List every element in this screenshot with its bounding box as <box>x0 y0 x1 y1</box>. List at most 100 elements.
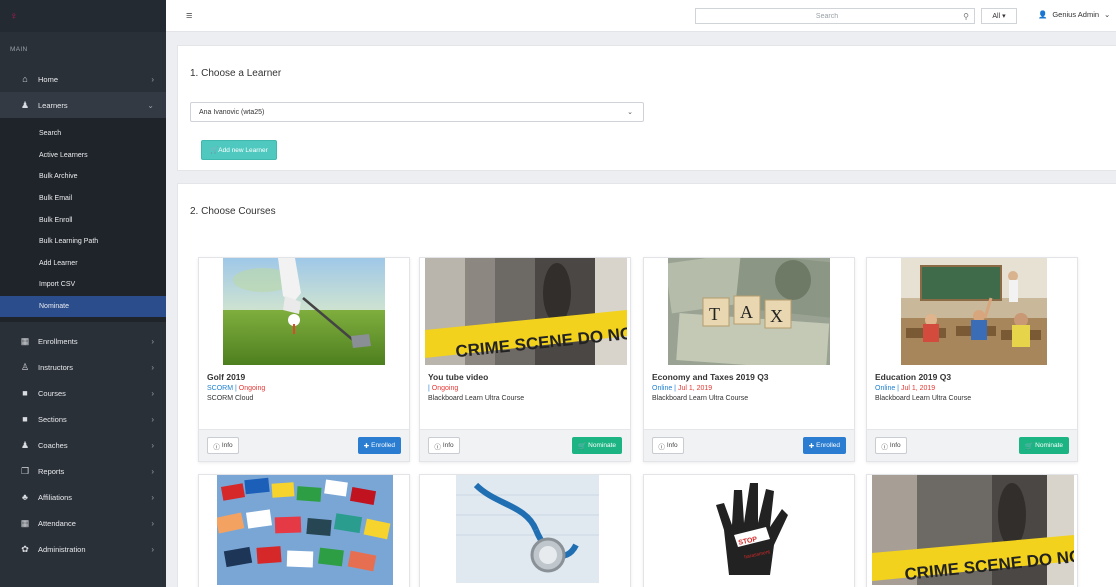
course-title[interactable]: You tube video <box>428 372 622 382</box>
course-card: T A X Economy and Taxes 2019 Q3 Online |… <box>643 257 855 462</box>
submenu-item-add-learner[interactable]: Add Learner <box>0 253 166 275</box>
nominate-button[interactable]: 🛒 Nominate <box>572 437 622 454</box>
learners-icon: ♟ <box>20 99 30 110</box>
card-footer: ⓘ Info ✚ Enrolled <box>644 429 854 461</box>
course-title[interactable]: Economy and Taxes 2019 Q3 <box>652 372 846 382</box>
course-status: Jul 1, 2019 <box>900 385 936 392</box>
info-button[interactable]: ⓘ Info <box>875 437 907 454</box>
user-name: Genius Admin <box>1052 10 1100 19</box>
sidebar-header: ♀ <box>0 0 166 32</box>
chevron-right-icon: › <box>151 336 154 346</box>
sidebar-item-sections[interactable]: ■ Sections › <box>0 406 166 432</box>
sidebar-item-coaches[interactable]: ♟ Coaches › <box>0 432 166 458</box>
logo-icon[interactable]: ♀ <box>10 11 18 22</box>
sidebar-item-label: Coaches <box>38 440 68 450</box>
course-title[interactable]: Education 2019 Q3 <box>875 372 1069 382</box>
submenu-item-search[interactable]: Search <box>0 123 166 145</box>
sidebar: ♀ MAIN ⌂ Home › ♟ Learners ⌄ Search Acti… <box>0 0 166 587</box>
search-icon[interactable]: ⚲ <box>958 12 974 21</box>
info-button[interactable]: ⓘ Info <box>207 437 239 454</box>
learners-submenu: Search Active Learners Bulk Archive Bulk… <box>0 118 166 323</box>
submenu-item-import-csv[interactable]: Import CSV <box>0 274 166 296</box>
learner-select-value: Ana Ivanovic (wta25) <box>199 108 265 116</box>
sidebar-item-label: Administration <box>38 544 86 554</box>
submenu-item-active-learners[interactable]: Active Learners <box>0 145 166 167</box>
chevron-right-icon: › <box>151 544 154 554</box>
nominate-label: Nominate <box>588 442 616 449</box>
course-card: Education 2019 Q3 Online | Jul 1, 2019 B… <box>866 257 1078 462</box>
info-button[interactable]: ⓘ Info <box>428 437 460 454</box>
sidebar-item-home[interactable]: ⌂ Home › <box>0 66 166 92</box>
course-thumbnail-crime-scene[interactable]: CRIME SCENE DO NOT <box>872 475 1074 585</box>
enrolled-label: Enrolled <box>816 442 840 449</box>
course-status: Ongoing <box>431 385 459 392</box>
course-provider: Blackboard Learn Ultra Course <box>428 395 525 402</box>
sidebar-item-label: Courses <box>38 388 66 398</box>
search-input[interactable] <box>696 12 958 20</box>
cart-icon: 🛒 <box>210 147 219 154</box>
sidebar-item-reports[interactable]: ❐ Reports › <box>0 458 166 484</box>
search-scope-dropdown[interactable]: All ▾ <box>981 8 1017 24</box>
course-card: STOP harassment <box>643 474 855 587</box>
info-label: Info <box>442 442 454 449</box>
gear-icon: ✿ <box>21 543 29 554</box>
course-thumbnail-flags[interactable] <box>217 475 393 585</box>
info-button[interactable]: ⓘ Info <box>652 437 684 454</box>
topbar: ≡ ⚲ All ▾ 👤 Genius Admin ⌄ <box>166 0 1116 32</box>
course-thumbnail-tax[interactable]: T A X <box>668 258 830 365</box>
calendar-icon: ▦ <box>20 335 30 346</box>
sidebar-item-courses[interactable]: ■ Courses › <box>0 380 166 406</box>
course-card: Golf 2019 SCORM | Ongoing SCORM Cloud ⓘ I… <box>198 257 410 462</box>
instructor-icon: ♙ <box>20 361 30 372</box>
chevron-right-icon: › <box>151 518 154 528</box>
course-provider: SCORM Cloud <box>207 395 254 402</box>
learner-select[interactable]: Ana Ivanovic (wta25) ⌄ <box>190 102 644 122</box>
course-meta: | Ongoing <box>428 385 622 392</box>
sidebar-item-learners[interactable]: ♟ Learners ⌄ <box>0 92 166 118</box>
course-thumbnail-stethoscope[interactable] <box>456 475 599 583</box>
choose-learner-panel: 1. Choose a Learner Ana Ivanovic (wta25)… <box>177 45 1116 171</box>
sidebar-item-affiliations[interactable]: ♣ Affiliations › <box>0 484 166 510</box>
hamburger-menu-icon[interactable]: ≡ <box>186 10 192 22</box>
tile-letter: X <box>770 306 783 326</box>
sidebar-item-label: Affiliations <box>38 492 73 502</box>
tile-letter: T <box>709 304 720 324</box>
chevron-down-icon: ⌄ <box>627 109 633 116</box>
submenu-item-bulk-learning-path[interactable]: Bulk Learning Path <box>0 231 166 253</box>
chevron-down-icon: ⌄ <box>1104 10 1111 19</box>
course-provider: Blackboard Learn Ultra Course <box>875 395 972 402</box>
user-menu[interactable]: 👤 Genius Admin ⌄ <box>1038 10 1110 19</box>
book-icon: ■ <box>22 414 28 425</box>
enrolled-button[interactable]: ✚ Enrolled <box>802 437 846 454</box>
course-title[interactable]: Golf 2019 <box>207 372 401 382</box>
info-label: Info <box>221 442 233 449</box>
sidebar-item-instructors[interactable]: ♙ Instructors › <box>0 354 166 380</box>
course-meta: SCORM | Ongoing <box>207 385 401 392</box>
sidebar-item-label: Learners <box>38 100 68 110</box>
course-thumbnail-crime-scene[interactable]: CRIME SCENE DO NOT <box>425 258 627 365</box>
check-circle-icon: ✚ <box>363 442 370 450</box>
cart-icon: 🛒 <box>578 442 587 450</box>
submenu-item-nominate[interactable]: Nominate <box>0 295 166 318</box>
course-thumbnail-classroom[interactable] <box>901 258 1047 365</box>
course-thumbnail-golf[interactable] <box>223 258 385 365</box>
submenu-item-bulk-enroll[interactable]: Bulk Enroll <box>0 209 166 231</box>
book-icon: ■ <box>22 388 28 399</box>
course-card <box>419 474 631 587</box>
nominate-button[interactable]: 🛒 Nominate <box>1019 437 1069 454</box>
card-footer: ⓘ Info ✚ Enrolled <box>199 429 409 461</box>
submenu-item-bulk-archive[interactable]: Bulk Archive <box>0 166 166 188</box>
info-label: Info <box>666 442 678 449</box>
submenu-item-bulk-email[interactable]: Bulk Email <box>0 188 166 210</box>
sidebar-item-label: Reports <box>38 466 65 476</box>
sidebar-item-administration[interactable]: ✿ Administration › <box>0 536 166 562</box>
course-thumbnail-harassment-hand[interactable]: STOP harassment <box>704 475 800 583</box>
enrolled-button[interactable]: ✚ Enrolled <box>357 437 401 454</box>
sidebar-item-label: Enrollments <box>38 336 78 346</box>
home-icon: ⌂ <box>22 74 28 84</box>
chevron-right-icon: › <box>151 388 154 398</box>
sidebar-item-label: Instructors <box>38 362 74 372</box>
sidebar-item-enrollments[interactable]: ▦ Enrollments › <box>0 328 166 354</box>
add-new-learner-button[interactable]: 🛒 Add new Learner <box>201 140 277 160</box>
sidebar-item-attendance[interactable]: ▦ Attendance › <box>0 510 166 536</box>
